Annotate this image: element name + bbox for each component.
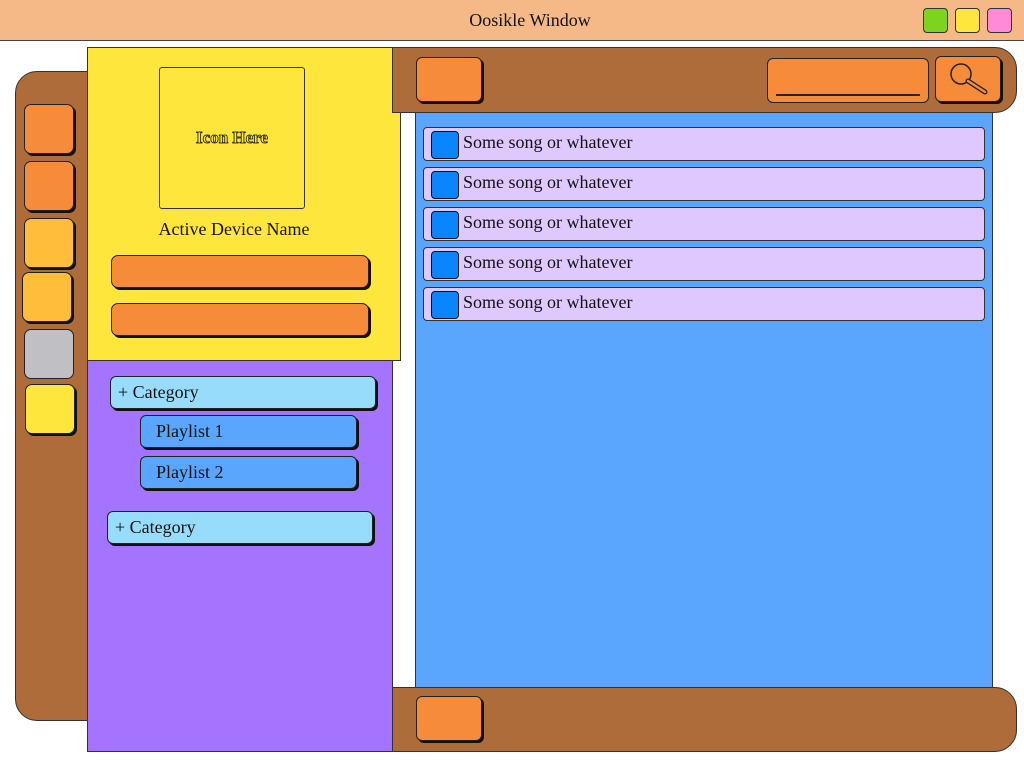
category-toggle[interactable]: + Category: [110, 376, 376, 409]
search-input-underline: [776, 94, 920, 96]
rail-button-1[interactable]: [24, 104, 74, 154]
song-title: Some song or whatever: [463, 252, 633, 272]
song-play-icon[interactable]: [431, 171, 459, 199]
rail-button-2[interactable]: [24, 161, 74, 211]
bottom-bar: [392, 687, 1017, 752]
active-device-name: Active Device Name: [158, 219, 310, 239]
playlist-item[interactable]: Playlist 2: [140, 456, 357, 489]
song-title: Some song or whatever: [463, 132, 633, 152]
song-play-icon[interactable]: [431, 131, 459, 159]
playlist-item[interactable]: Playlist 1: [140, 415, 357, 448]
window-minimize-button[interactable]: [955, 8, 980, 33]
song-play-icon[interactable]: [431, 211, 459, 239]
song-play-icon[interactable]: [431, 251, 459, 279]
song-row[interactable]: Some song or whatever: [423, 127, 985, 161]
song-row[interactable]: Some song or whatever: [423, 247, 985, 281]
search-button[interactable]: [935, 56, 1001, 102]
bottom-action-button[interactable]: [416, 696, 482, 741]
window-maximize-button[interactable]: [923, 8, 948, 33]
magnifier-icon: [950, 63, 988, 95]
rail-button-5[interactable]: [24, 329, 74, 379]
rail-button-4[interactable]: [22, 272, 72, 322]
song-row[interactable]: Some song or whatever: [423, 167, 985, 201]
rail-button-3[interactable]: [24, 218, 74, 268]
toolbar-action-button[interactable]: [416, 57, 482, 102]
search-input[interactable]: [767, 58, 929, 103]
song-title: Some song or whatever: [463, 172, 633, 192]
song-play-icon[interactable]: [431, 291, 459, 319]
device-action-button-2[interactable]: [111, 303, 369, 336]
device-icon-placeholder: Icon Here: [159, 67, 305, 209]
category-toggle[interactable]: + Category: [107, 511, 373, 544]
device-action-button-1[interactable]: [111, 255, 369, 288]
song-title: Some song or whatever: [463, 212, 633, 232]
song-title: Some song or whatever: [463, 292, 633, 312]
rail-button-6[interactable]: [25, 384, 75, 434]
device-icon-label: Icon Here: [196, 128, 269, 148]
window-title: Oosikle Window: [469, 10, 591, 30]
song-row[interactable]: Some song or whatever: [423, 207, 985, 241]
song-row[interactable]: Some song or whatever: [423, 287, 985, 321]
window-close-button[interactable]: [987, 8, 1012, 33]
